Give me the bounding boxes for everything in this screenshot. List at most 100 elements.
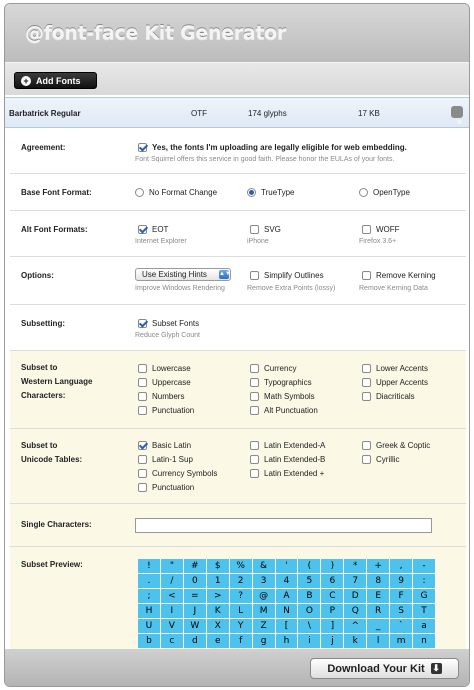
option-alt-punctuation[interactable]: Alt Punctuation xyxy=(250,406,318,415)
alt-formats-section: Alt Font Formats: EOT Internet Explorer … xyxy=(10,211,466,257)
preview-glyph-cell: [ xyxy=(275,619,298,633)
option-uppercase[interactable]: Uppercase xyxy=(138,378,191,387)
option-label: Numbers xyxy=(152,392,185,401)
checkbox[interactable] xyxy=(250,392,259,401)
option-currency-symbols[interactable]: Currency Symbols xyxy=(138,469,217,478)
checkbox[interactable] xyxy=(138,364,147,373)
font-glyph-count: 174 glyphs xyxy=(248,109,287,118)
agreement-option[interactable]: Yes, the fonts I'm uploading are legally… xyxy=(138,143,407,152)
single-characters-input[interactable] xyxy=(135,518,432,533)
preview-glyph-cell: " xyxy=(160,559,183,573)
checkbox[interactable] xyxy=(250,455,259,464)
option-currency[interactable]: Currency xyxy=(250,364,296,373)
radio-opentype[interactable]: OpenType xyxy=(359,188,410,197)
checkbox[interactable] xyxy=(250,441,259,450)
checkbox[interactable] xyxy=(362,364,371,373)
checkbox[interactable] xyxy=(138,378,147,387)
woff-checkbox[interactable] xyxy=(362,225,371,234)
preview-glyph-cell: Z xyxy=(252,619,275,633)
checkbox[interactable] xyxy=(138,455,147,464)
single-characters-section: Single Characters: xyxy=(10,504,466,547)
option-latin-1-sup[interactable]: Latin-1 Sup xyxy=(138,455,193,464)
option-latin-extended-plus[interactable]: Latin Extended + xyxy=(250,469,324,478)
subset-fonts-checkbox[interactable] xyxy=(138,319,147,328)
hinting-select[interactable]: Use Existing Hints ▲▼ xyxy=(135,268,231,281)
option-basic-latin[interactable]: Basic Latin xyxy=(138,441,191,450)
option-latin-extended-a[interactable]: Latin Extended-A xyxy=(250,441,325,450)
option-subset-fonts[interactable]: Subset Fonts xyxy=(138,319,199,328)
checkbox[interactable] xyxy=(362,441,371,450)
option-typographics[interactable]: Typographics xyxy=(250,378,312,387)
simplify-checkbox[interactable] xyxy=(250,271,259,280)
option-remove-kerning[interactable]: Remove Kerning xyxy=(362,271,436,280)
preview-glyph-cell: l xyxy=(367,634,390,648)
option-lowercase[interactable]: Lowercase xyxy=(138,364,191,373)
preview-glyph-cell: H xyxy=(138,604,160,618)
preview-glyph-cell: ; xyxy=(138,589,160,603)
radio-no-format-change[interactable]: No Format Change xyxy=(135,188,217,197)
option-svg[interactable]: SVG xyxy=(250,225,281,234)
add-fonts-button[interactable]: + Add Fonts xyxy=(14,72,97,89)
option-numbers[interactable]: Numbers xyxy=(138,392,184,401)
preview-glyph-cell: m xyxy=(390,634,413,648)
preview-glyph-cell: < xyxy=(160,589,183,603)
option-label: Basic Latin xyxy=(152,441,192,450)
checkbox[interactable] xyxy=(138,392,147,401)
preview-glyph-cell: . xyxy=(138,574,160,588)
checkbox[interactable] xyxy=(250,378,259,387)
option-greek-coptic[interactable]: Greek & Coptic xyxy=(362,441,430,450)
option-label: Math Symbols xyxy=(264,392,315,401)
simplify-hint: Remove Extra Points (lossy) xyxy=(247,285,336,292)
option-lower-accents[interactable]: Lower Accents xyxy=(362,364,428,373)
option-eot[interactable]: EOT xyxy=(138,225,168,234)
checkbox[interactable] xyxy=(138,441,147,450)
option-simplify[interactable]: Simplify Outlines xyxy=(250,271,324,280)
preview-glyph-cell: V xyxy=(160,619,183,633)
checkbox[interactable] xyxy=(362,378,371,387)
radio-button[interactable] xyxy=(135,188,144,197)
option-cyrillic[interactable]: Cyrillic xyxy=(362,455,400,464)
radio-label: TrueType xyxy=(261,188,295,197)
radio-button[interactable] xyxy=(359,188,368,197)
checkbox[interactable] xyxy=(138,483,147,492)
subsetting-section: Subsetting: Subset Fonts Reduce Glyph Co… xyxy=(10,305,466,351)
option-latin-extended-b[interactable]: Latin Extended-B xyxy=(250,455,325,464)
option-math-symbols[interactable]: Math Symbols xyxy=(250,392,315,401)
option-punctuation[interactable]: Punctuation xyxy=(138,406,194,415)
option-woff[interactable]: WOFF xyxy=(362,225,400,234)
agreement-checkbox[interactable] xyxy=(138,143,147,152)
checkbox[interactable] xyxy=(362,455,371,464)
eot-checkbox[interactable] xyxy=(138,225,147,234)
radio-truetype[interactable]: TrueType xyxy=(247,188,295,197)
checkbox[interactable] xyxy=(250,406,259,415)
preview-glyph-cell: k xyxy=(344,634,367,648)
option-label: Punctuation xyxy=(152,483,195,492)
svg-checkbox[interactable] xyxy=(250,225,259,234)
remove-font-button[interactable]: × xyxy=(451,106,463,127)
preview-glyph-cell: D xyxy=(344,589,367,603)
kerning-checkbox[interactable] xyxy=(362,271,371,280)
checkbox[interactable] xyxy=(138,406,147,415)
download-kit-button[interactable]: Download Your Kit ⬇ xyxy=(310,658,459,679)
kit-generator-window: @font-face Kit Generator + Add Fonts Bar… xyxy=(4,3,470,687)
agreement-hint: Font Squirrel offers this service in goo… xyxy=(135,156,395,163)
option-unicode-punctuation[interactable]: Punctuation xyxy=(138,483,194,492)
preview-glyph-cell: + xyxy=(367,559,390,573)
checkbox[interactable] xyxy=(362,392,371,401)
subset-fonts-label: Subset Fonts xyxy=(152,319,200,328)
kerning-hint: Remove Kerning Data xyxy=(359,285,428,292)
checkbox[interactable] xyxy=(250,469,259,478)
base-format-label: Base Font Format: xyxy=(21,188,92,197)
preview-glyph-cell: ? xyxy=(229,589,252,603)
option-label: Uppercase xyxy=(152,378,191,387)
checkbox[interactable] xyxy=(138,469,147,478)
preview-glyph-cell: e xyxy=(206,634,229,648)
option-label: Greek & Coptic xyxy=(376,441,431,450)
font-file-size: 17 KB xyxy=(358,109,380,118)
option-upper-accents[interactable]: Upper Accents xyxy=(362,378,428,387)
checkbox[interactable] xyxy=(250,364,259,373)
option-diacriticals[interactable]: Diacriticals xyxy=(362,392,415,401)
preview-glyph-cell: ! xyxy=(138,559,160,573)
woff-hint: Firefox 3.6+ xyxy=(359,238,397,245)
radio-button[interactable] xyxy=(247,188,256,197)
